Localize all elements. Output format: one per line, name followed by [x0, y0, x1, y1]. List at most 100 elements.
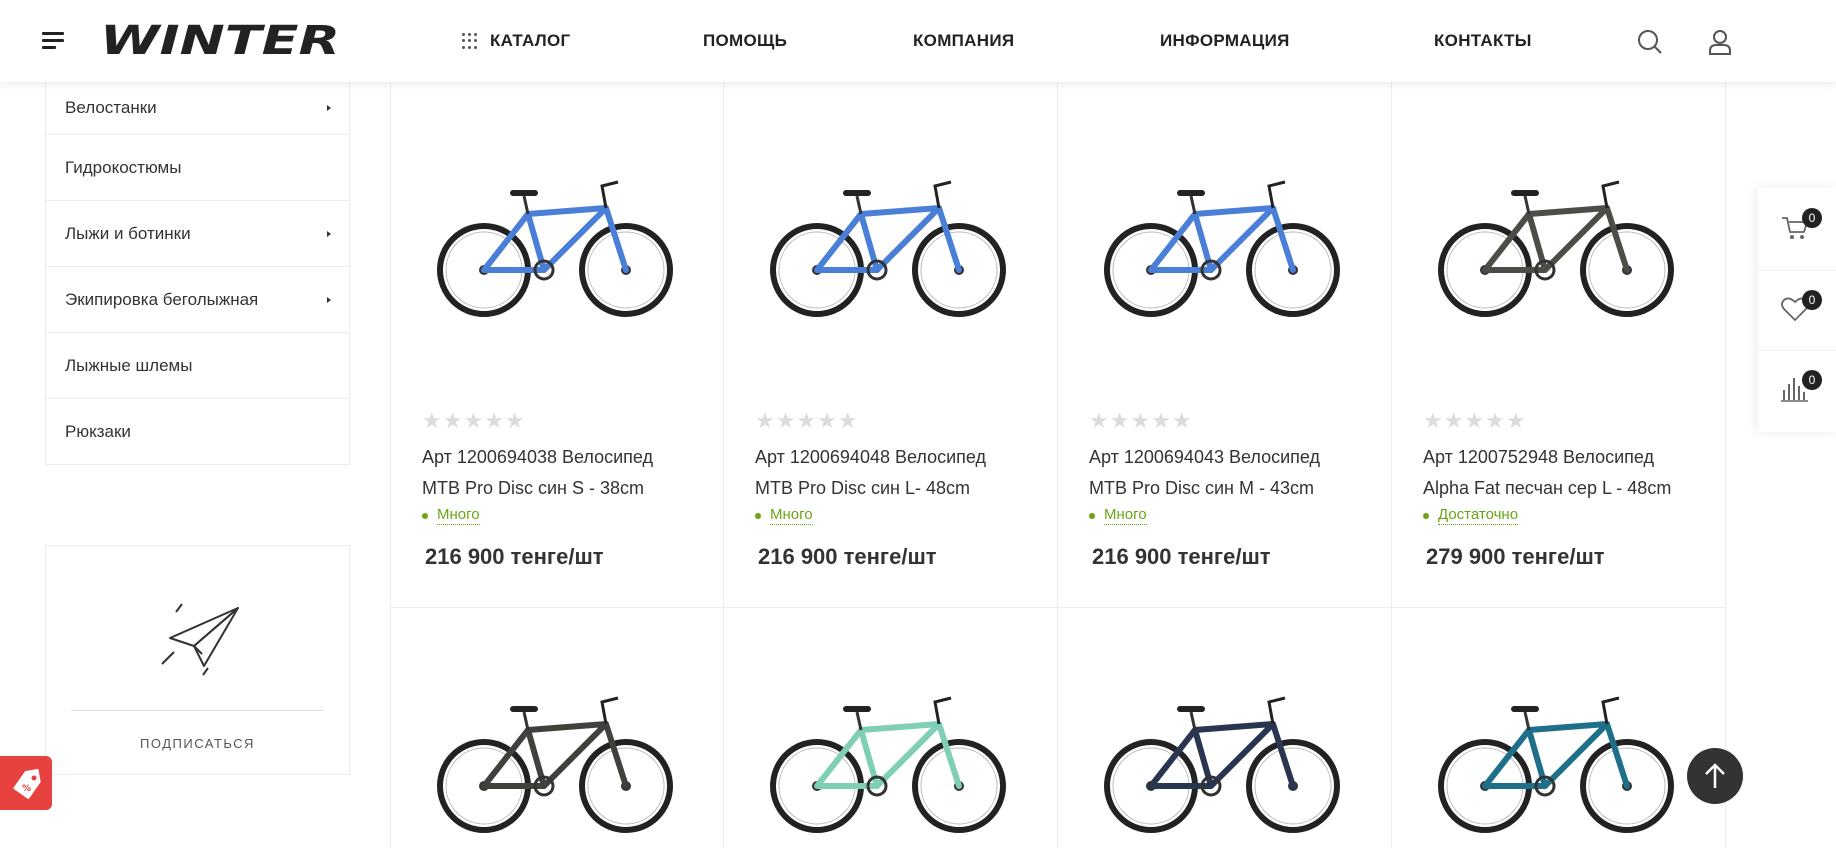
product-title-line: Арт 1200752948 Велосипед [1423, 447, 1655, 467]
price-tag-icon: % [13, 768, 41, 799]
product-title-line: Арт 1200694043 Велосипед [1089, 447, 1321, 467]
product-title-line: Alpha Fat песчан сер L - 48cm [1423, 478, 1672, 498]
bicycle-image[interactable] [1427, 162, 1687, 327]
stock-status: Много [422, 506, 480, 525]
arrow-up-icon [1705, 763, 1725, 788]
bike [1104, 696, 1340, 833]
stock-dot-icon [422, 512, 428, 519]
bike [1438, 180, 1674, 317]
product-card[interactable]: ★★★★★ Арт 1200694038 Велосипед MTB Pro D… [390, 82, 724, 608]
product-price: 279 900 тенге/шт [1426, 544, 1605, 569]
sidebar-item-shlemy[interactable]: Лыжные шлемы [45, 333, 350, 399]
paper-plane-icon [161, 603, 239, 676]
grid-icon [462, 33, 478, 49]
favorites-button[interactable]: 0 [1758, 270, 1836, 350]
nav-info[interactable]: ИНФОРМАЦИЯ [1160, 0, 1290, 82]
cart-button[interactable]: 0 [1758, 188, 1836, 268]
caret-right-icon [327, 105, 331, 111]
nav-contacts[interactable]: КОНТАКТЫ [1434, 0, 1532, 82]
stock-dot-icon [1089, 512, 1095, 519]
stock-status: Достаточно [1423, 506, 1519, 525]
sidebar-item-label: Велостанки [65, 98, 157, 117]
svg-text:WINTER: WINTER [100, 18, 340, 64]
rating-stars: ★★★★★ [422, 408, 526, 433]
product-title[interactable]: Арт 1200694048 Велосипед MTB Pro Disc си… [755, 442, 1055, 504]
product-price: 216 900 тенге/шт [425, 544, 604, 569]
stock-label[interactable]: Много [1104, 506, 1147, 525]
catalog-sidebar: Велостанки Гидрокостюмы Лыжи и ботинки Э… [45, 82, 350, 465]
nav-company[interactable]: КОМПАНИЯ [913, 0, 1014, 82]
sidebar-item-label: Рюкзаки [65, 421, 131, 441]
stock-status: Много [755, 506, 813, 525]
bike [1104, 180, 1340, 317]
compare-count-badge: 0 [1802, 370, 1822, 390]
bicycle-image[interactable] [1093, 678, 1353, 843]
bike [1438, 696, 1674, 833]
site-header: WINTER КАТАЛОГ ПОМОЩЬ КОМПАНИЯ ИНФОРМАЦИ… [0, 0, 1836, 82]
promo-button[interactable]: % [0, 756, 52, 810]
bike [770, 696, 1006, 833]
search-icon[interactable] [1636, 28, 1664, 56]
product-title-line: Арт 1200694038 Велосипед [422, 447, 654, 467]
sidebar-item-gidrokostyumy[interactable]: Гидрокостюмы [45, 135, 350, 201]
stock-label[interactable]: Много [437, 506, 480, 525]
product-card[interactable]: ★★★★★ Арт 1200694043 Велосипед MTB Pro D… [1058, 82, 1392, 608]
svg-text:%: % [22, 784, 31, 794]
sidebar-item-label: Экипировка беголыжная [65, 289, 259, 309]
floating-actions-panel: 0 0 0 [1758, 188, 1836, 432]
product-price: 216 900 тенге/шт [758, 544, 937, 569]
bicycle-image[interactable] [426, 162, 686, 327]
user-icon[interactable] [1706, 28, 1734, 56]
product-card[interactable] [1058, 608, 1392, 848]
product-title-line: MTB Pro Disc син L- 48cm [755, 478, 971, 498]
rating-stars: ★★★★★ [1089, 408, 1193, 433]
product-title[interactable]: Арт 1200694043 Велосипед MTB Pro Disc си… [1089, 442, 1389, 504]
product-card[interactable]: ★★★★★ Арт 1200752948 Велосипед Alpha Fat… [1392, 82, 1726, 608]
bike [770, 180, 1006, 317]
compare-button[interactable]: 0 [1758, 350, 1836, 430]
sidebar-item-velostanki[interactable]: Велостанки [45, 82, 350, 135]
subscribe-link[interactable]: ПОДПИСАТЬСЯ [46, 736, 349, 751]
bicycle-image[interactable] [1427, 678, 1687, 843]
divider [71, 710, 324, 711]
caret-right-icon [327, 230, 331, 237]
menu-icon[interactable] [42, 32, 66, 50]
bicycle-image[interactable] [426, 678, 686, 843]
bike [437, 696, 673, 833]
stock-label[interactable]: Много [770, 506, 813, 525]
stock-dot-icon [1423, 512, 1429, 519]
sidebar-item-ekipirovka[interactable]: Экипировка беголыжная [45, 267, 350, 333]
product-card[interactable] [390, 608, 724, 848]
product-title[interactable]: Арт 1200694038 Велосипед MTB Pro Disc си… [422, 442, 722, 504]
sidebar-item-label: Лыжи и ботинки [65, 223, 191, 243]
nav-catalog-label: КАТАЛОГ [490, 31, 571, 50]
nav-help[interactable]: ПОМОЩЬ [703, 0, 787, 82]
product-title[interactable]: Арт 1200752948 Велосипед Alpha Fat песча… [1423, 442, 1723, 504]
bike [437, 180, 673, 317]
stock-label[interactable]: Достаточно [1438, 506, 1519, 525]
favorites-count-badge: 0 [1802, 290, 1822, 310]
rating-stars: ★★★★★ [1423, 408, 1527, 433]
sidebar-item-lyzhi[interactable]: Лыжи и ботинки [45, 201, 350, 267]
product-title-line: Арт 1200694048 Велосипед [755, 447, 987, 467]
product-card[interactable] [724, 608, 1058, 848]
sidebar-item-ryukzaki[interactable]: Рюкзаки [45, 399, 350, 465]
sidebar-item-label: Лыжные шлемы [65, 355, 193, 375]
product-card[interactable] [1392, 608, 1726, 848]
product-card[interactable]: ★★★★★ Арт 1200694048 Велосипед MTB Pro D… [724, 82, 1058, 608]
bicycle-image[interactable] [759, 162, 1019, 327]
subscribe-box: ПОДПИСАТЬСЯ [45, 545, 350, 775]
scroll-to-top-button[interactable] [1687, 748, 1743, 804]
rating-stars: ★★★★★ [755, 408, 859, 433]
nav-catalog[interactable]: КАТАЛОГ [462, 0, 571, 82]
product-title-line: MTB Pro Disc син M - 43cm [1089, 478, 1315, 498]
caret-right-icon [327, 296, 331, 303]
product-title-line: MTB Pro Disc син S - 38cm [422, 478, 645, 498]
product-price: 216 900 тенге/шт [1092, 544, 1271, 569]
bicycle-image[interactable] [759, 678, 1019, 843]
winter-logo[interactable]: WINTER [100, 14, 345, 64]
stock-status: Много [1089, 506, 1147, 525]
sidebar-item-label: Гидрокостюмы [65, 157, 182, 177]
bicycle-image[interactable] [1093, 162, 1353, 327]
cart-count-badge: 0 [1802, 208, 1822, 228]
